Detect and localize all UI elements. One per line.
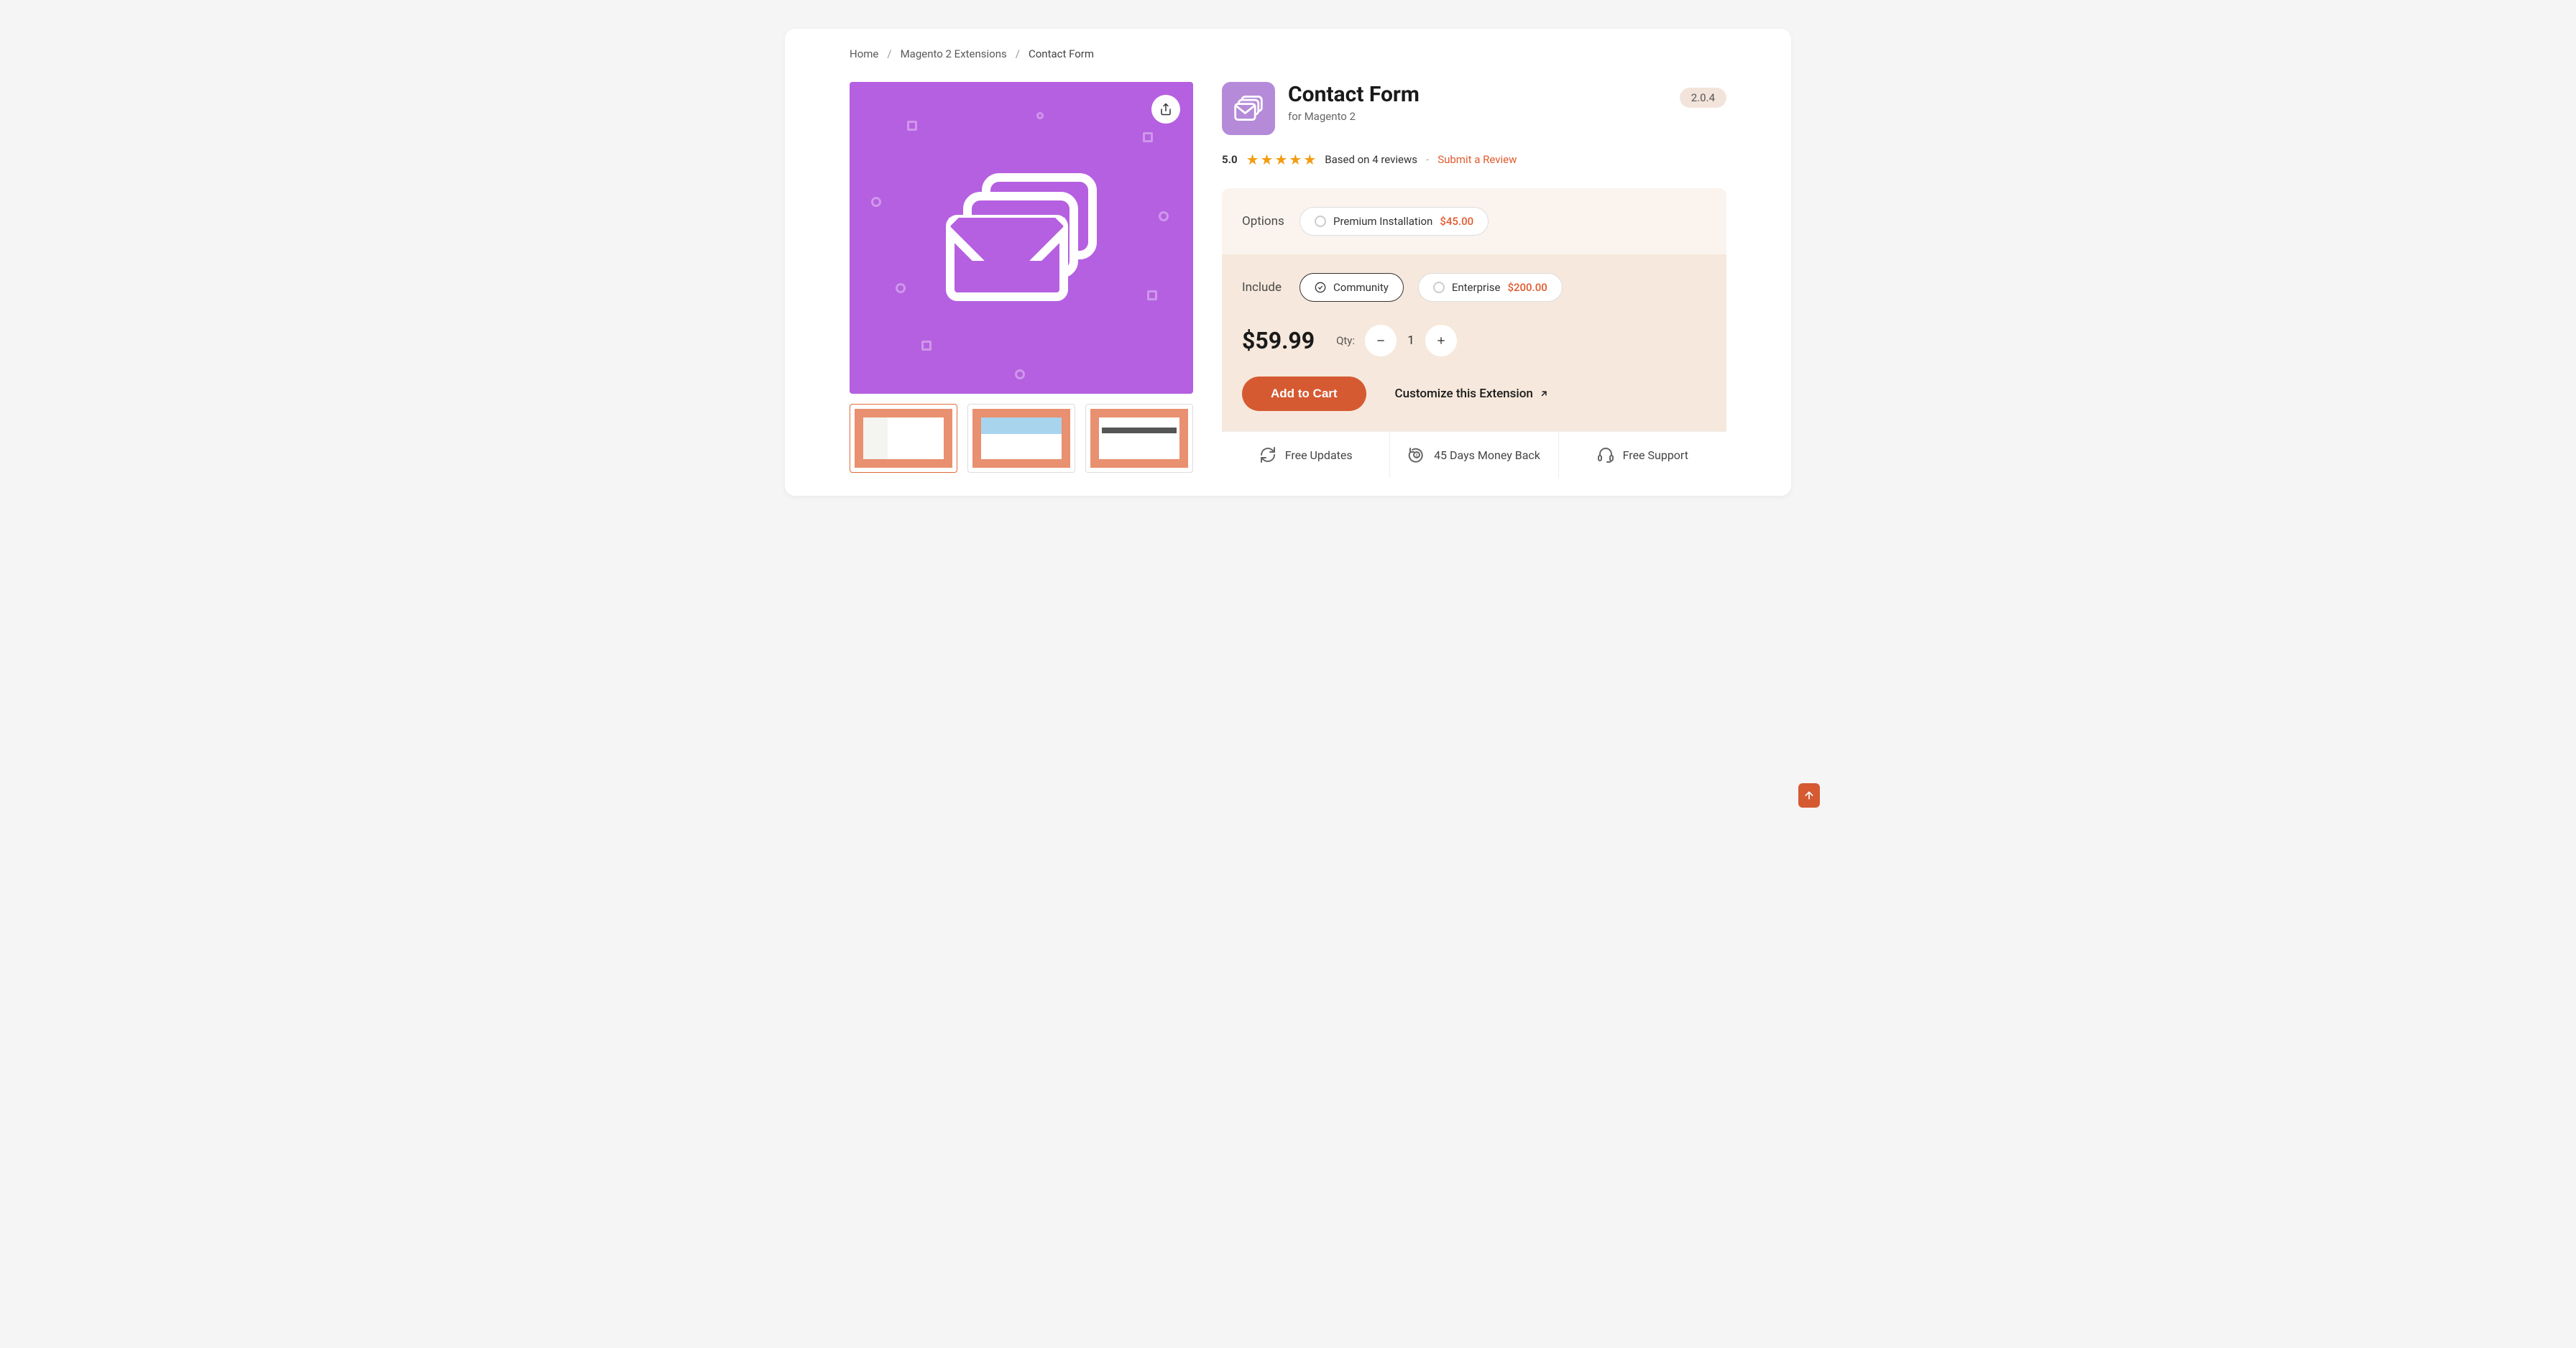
star-icon: ★ [1246,151,1259,168]
headset-icon [1597,446,1614,463]
customize-label: Customize this Extension [1395,387,1533,401]
options-label: Options [1242,214,1285,228]
product-main-image [850,82,1193,394]
share-button[interactable] [1151,95,1180,124]
include-section: Include Community Enterprise $200.00 [1222,254,1726,431]
rating-sep: - [1426,153,1429,166]
star-icon: ★ [1303,151,1316,168]
money-back-icon: $ [1408,446,1425,463]
feature-label: Free Updates [1285,448,1353,462]
features-row: Free Updates $ 45 Days Money Back Free S… [1222,431,1726,478]
include-enterprise-price: $200.00 [1507,281,1547,294]
breadcrumb: Home / Magento 2 Extensions / Contact Fo… [850,47,1726,60]
refresh-icon [1259,446,1276,463]
scroll-to-top-button[interactable] [1798,783,1820,808]
include-community-label: Community [1333,281,1389,294]
options-section: Options Premium Installation $45.00 [1222,188,1726,254]
breadcrumb-sep: / [887,47,891,60]
feature-money-back: $ 45 Days Money Back [1390,432,1558,478]
arrow-up-icon [1803,790,1815,801]
check-circle-icon [1315,282,1326,293]
feature-label: 45 Days Money Back [1434,448,1540,462]
qty-increase-button[interactable] [1425,325,1457,356]
option-label: Premium Installation [1333,215,1432,228]
star-icon: ★ [1274,151,1287,168]
envelope-icon [946,173,1097,303]
thumbnail-3[interactable] [1085,404,1193,473]
radio-icon [1433,282,1445,293]
breadcrumb-home[interactable]: Home [850,47,878,60]
feature-free-support: Free Support [1559,432,1726,478]
arrow-up-right-icon [1539,389,1549,399]
envelope-stack-icon [1233,94,1264,123]
minus-icon [1375,335,1386,346]
option-premium-installation[interactable]: Premium Installation $45.00 [1300,207,1489,236]
plus-icon [1435,335,1447,346]
product-title: Contact Form [1288,82,1420,107]
submit-review-link[interactable]: Submit a Review [1438,153,1517,166]
option-price: $45.00 [1440,215,1473,228]
qty-label: Qty: [1336,334,1355,347]
version-badge: 2.0.4 [1680,88,1726,108]
radio-icon [1315,216,1326,227]
breadcrumb-sep: / [1016,47,1020,60]
breadcrumb-category[interactable]: Magento 2 Extensions [901,47,1007,60]
add-to-cart-button[interactable]: Add to Cart [1242,377,1366,411]
star-icon: ★ [1289,151,1302,168]
product-icon [1222,82,1275,135]
customize-extension-link[interactable]: Customize this Extension [1395,387,1549,401]
thumbnail-2[interactable] [967,404,1075,473]
product-subtitle: for Magento 2 [1288,110,1420,123]
share-icon [1159,103,1172,116]
thumbnail-strip [850,404,1193,473]
breadcrumb-current: Contact Form [1029,47,1094,60]
star-icon: ★ [1261,151,1274,168]
include-enterprise[interactable]: Enterprise $200.00 [1418,273,1563,302]
qty-value: 1 [1407,333,1415,348]
feature-label: Free Support [1623,448,1688,462]
rating-stars: ★ ★ ★ ★ ★ [1246,151,1317,168]
include-enterprise-label: Enterprise [1452,281,1501,294]
rating-based-on: Based on 4 reviews [1325,153,1417,166]
include-label: Include [1242,280,1285,295]
feature-free-updates: Free Updates [1222,432,1390,478]
rating-row: 5.0 ★ ★ ★ ★ ★ Based on 4 reviews - Submi… [1222,151,1726,168]
qty-decrease-button[interactable] [1365,325,1397,356]
thumbnail-1[interactable] [850,404,957,473]
product-price: $59.99 [1242,327,1315,354]
rating-score: 5.0 [1222,153,1238,166]
include-community[interactable]: Community [1300,273,1404,302]
